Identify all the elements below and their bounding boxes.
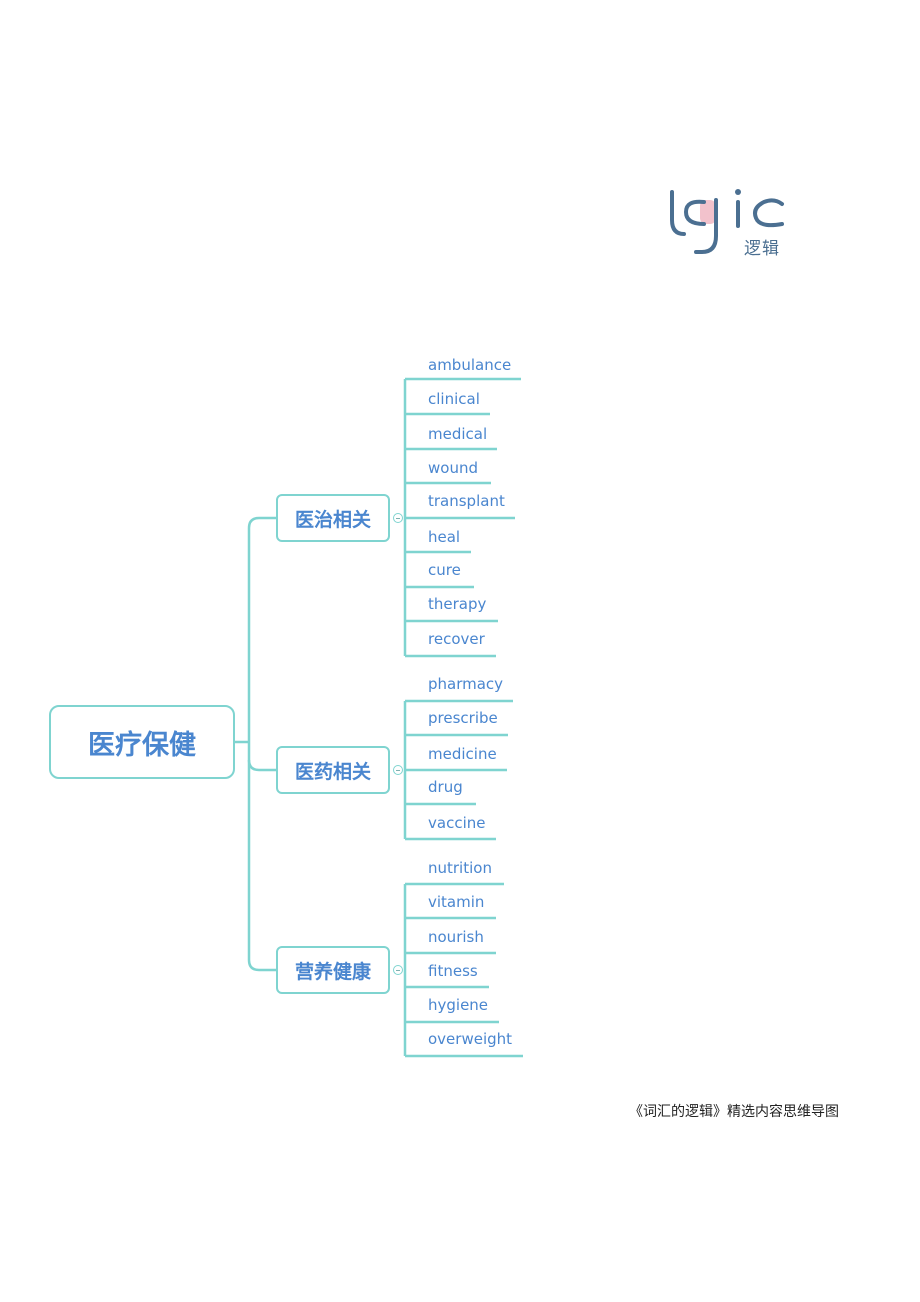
leaf-node[interactable]: ambulance: [428, 356, 511, 374]
leaf-node[interactable]: prescribe: [428, 709, 498, 727]
leaf-node[interactable]: drug: [428, 778, 463, 796]
leaf-node[interactable]: medicine: [428, 745, 497, 763]
branch-node-treatment[interactable]: 医治相关: [276, 494, 390, 542]
branch-label: 营养健康: [294, 960, 371, 983]
branch-label: 医药相关: [294, 760, 371, 783]
collapse-toggle-icon[interactable]: [393, 965, 403, 975]
leaf-node[interactable]: nourish: [428, 928, 484, 946]
branch-connector: [247, 759, 276, 772]
branch-label: 医治相关: [294, 508, 371, 531]
leaf-node[interactable]: fitness: [428, 962, 478, 980]
leaf-node[interactable]: therapy: [428, 595, 486, 613]
leaf-node[interactable]: vaccine: [428, 814, 485, 832]
leaf-node[interactable]: wound: [428, 459, 478, 477]
leaf-node[interactable]: heal: [428, 528, 460, 546]
leaf-node[interactable]: transplant: [428, 492, 505, 510]
root-node[interactable]: 医疗保健: [49, 705, 235, 779]
branch-node-medicine[interactable]: 医药相关: [276, 746, 390, 794]
leaf-node[interactable]: vitamin: [428, 893, 484, 911]
collapse-toggle-icon[interactable]: [393, 765, 403, 775]
branch-connector: [247, 959, 276, 972]
branch-connector: [247, 516, 276, 529]
leaf-node[interactable]: clinical: [428, 390, 480, 408]
leaf-node[interactable]: cure: [428, 561, 461, 579]
leaf-node[interactable]: hygiene: [428, 996, 488, 1014]
footer-caption: 《词汇的逻辑》精选内容思维导图: [629, 1104, 839, 1120]
leaf-node[interactable]: nutrition: [428, 859, 492, 877]
leaf-node[interactable]: recover: [428, 630, 485, 648]
leaf-node[interactable]: overweight: [428, 1030, 512, 1048]
branch-node-nutrition[interactable]: 营养健康: [276, 946, 390, 994]
collapse-toggle-icon[interactable]: [393, 513, 403, 523]
leaf-node[interactable]: medical: [428, 425, 487, 443]
leaf-node[interactable]: pharmacy: [428, 675, 503, 693]
root-node-label: 医疗保健: [88, 729, 196, 761]
